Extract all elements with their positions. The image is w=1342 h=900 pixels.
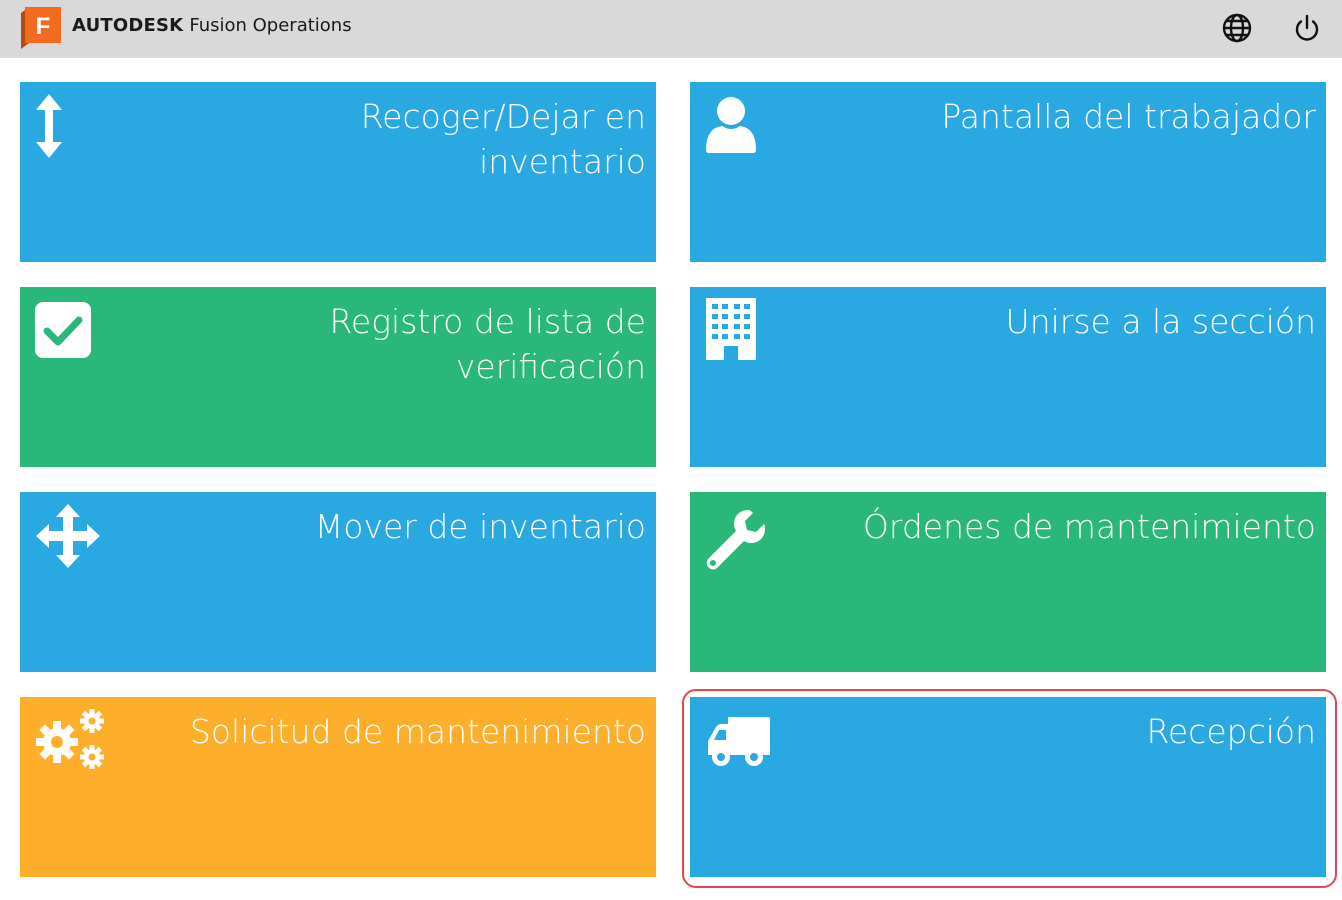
top-bar: F AUTODESK Fusion Operations: [0, 0, 1342, 58]
tile-label: Órdenes de mantenimiento: [862, 507, 1316, 546]
checkbox-icon: [34, 301, 92, 363]
tile-worker-screen[interactable]: Pantalla del trabajador: [690, 82, 1326, 262]
brand-product: Fusion Operations: [189, 15, 352, 36]
tile-move-inventory[interactable]: Mover de inventario: [20, 492, 656, 672]
gears-icon: [32, 707, 108, 777]
vertical-arrows-icon: [34, 92, 64, 164]
globe-icon[interactable]: [1220, 11, 1254, 45]
building-icon: [704, 296, 758, 366]
tile-checklist-record[interactable]: Registro de lista de verificación: [20, 287, 656, 467]
tile-join-section[interactable]: Unirse a la sección: [690, 287, 1326, 467]
svg-text:F: F: [36, 13, 51, 40]
tile-label: Solicitud de mantenimiento: [189, 712, 646, 751]
tile-maintenance-orders[interactable]: Órdenes de mantenimiento: [690, 492, 1326, 672]
tile-label: Recepción: [1146, 712, 1316, 751]
move-arrows-icon: [34, 502, 102, 574]
tile-label: Recoger/Dejar en inventario: [360, 97, 646, 181]
tile-pick-drop-inventory[interactable]: Recoger/Dejar en inventario: [20, 82, 656, 262]
tile-label: Unirse a la sección: [1005, 302, 1316, 341]
user-icon: [704, 96, 758, 158]
tile-receiving[interactable]: Recepción: [690, 697, 1326, 877]
app-brand: AUTODESK Fusion Operations: [72, 14, 352, 38]
truck-icon: [706, 715, 772, 775]
brand-company: AUTODESK: [72, 15, 184, 36]
tile-label: Mover de inventario: [314, 507, 646, 546]
power-icon[interactable]: [1290, 11, 1324, 45]
tile-label: Registro de lista de verificación: [329, 302, 646, 386]
fusion-logo-icon: F: [17, 7, 61, 49]
tile-label: Pantalla del trabajador: [941, 97, 1316, 136]
tile-maintenance-request[interactable]: Solicitud de mantenimiento: [20, 697, 656, 877]
wrench-icon: [704, 506, 768, 574]
